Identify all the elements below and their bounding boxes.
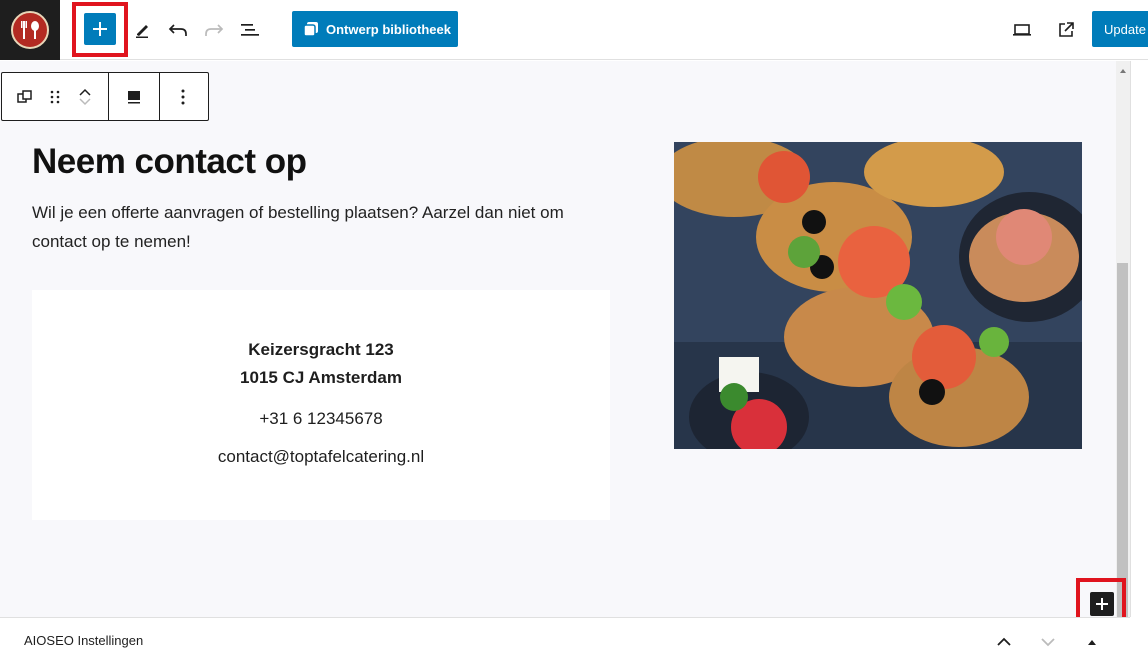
pencil-icon xyxy=(136,25,148,38)
move-buttons xyxy=(70,73,100,120)
more-options-icon xyxy=(181,89,185,104)
list-view-button[interactable] xyxy=(236,16,264,44)
editor-top-bar: Ontwerp bibliotheek Update xyxy=(0,0,1148,60)
add-block-icon xyxy=(93,22,107,36)
plus-icon xyxy=(1096,598,1108,610)
add-block-button[interactable] xyxy=(84,13,116,45)
transform-block-button[interactable] xyxy=(10,73,40,120)
undo-icon xyxy=(168,24,187,36)
panel-toggle-button[interactable] xyxy=(1080,630,1104,654)
block-toolbar xyxy=(1,72,209,121)
redo-icon xyxy=(205,24,224,36)
panel-collapse-button[interactable] xyxy=(992,630,1016,654)
align-icon xyxy=(128,90,140,103)
undo-button[interactable] xyxy=(164,16,192,44)
chevron-down-icon xyxy=(1041,638,1055,647)
chevron-up-icon xyxy=(997,637,1011,646)
preview-button[interactable] xyxy=(1008,16,1036,44)
external-link-icon xyxy=(1059,22,1074,37)
address-line-1[interactable]: Keizersgracht 123 xyxy=(32,340,610,360)
triangle-up-icon xyxy=(1088,640,1096,645)
scroll-up-arrow-icon xyxy=(1120,69,1126,73)
view-post-button[interactable] xyxy=(1052,16,1080,44)
pattern-library-icon xyxy=(304,22,318,36)
drag-handle[interactable] xyxy=(40,73,70,120)
settings-sidebar-edge xyxy=(1130,61,1148,617)
drag-handle-icon xyxy=(50,90,60,103)
transform-icon xyxy=(17,89,32,103)
pattern-library-label: Ontwerp bibliotheek xyxy=(326,21,451,37)
catering-logo xyxy=(11,11,49,49)
intro-paragraph[interactable]: Wil je een offerte aanvragen of bestelli… xyxy=(32,198,602,256)
update-button[interactable]: Update xyxy=(1092,11,1148,47)
aioseo-panel-title[interactable]: AIOSEO Instellingen xyxy=(24,633,143,648)
site-logo-button[interactable] xyxy=(0,0,60,60)
chevron-down-icon[interactable] xyxy=(78,97,92,107)
panel-move-down-button[interactable] xyxy=(1036,630,1060,654)
pattern-library-button[interactable]: Ontwerp bibliotheek xyxy=(292,11,458,47)
page-heading[interactable]: Neem contact op xyxy=(32,142,307,182)
more-options-button[interactable] xyxy=(168,73,198,120)
align-button[interactable] xyxy=(119,73,149,120)
aioseo-settings-panel: AIOSEO Instellingen xyxy=(0,617,1130,663)
catering-food-image[interactable] xyxy=(674,142,1082,449)
phone-number[interactable]: +31 6 12345678 xyxy=(32,409,610,429)
list-view-icon xyxy=(241,24,259,36)
redo-button[interactable] xyxy=(200,16,228,44)
block-inserter-button[interactable] xyxy=(1090,592,1114,616)
desktop-preview-icon xyxy=(1013,24,1031,36)
block-options-group xyxy=(160,73,206,120)
block-move-group xyxy=(2,73,109,120)
block-align-group xyxy=(109,73,160,120)
contact-card: Keizersgracht 123 1015 CJ Amsterdam +31 … xyxy=(32,290,610,520)
address-line-2[interactable]: 1015 CJ Amsterdam xyxy=(32,368,610,388)
tools-button[interactable] xyxy=(128,16,156,44)
email-address[interactable]: contact@toptafelcatering.nl xyxy=(32,447,610,467)
chevron-up-icon[interactable] xyxy=(78,87,92,97)
